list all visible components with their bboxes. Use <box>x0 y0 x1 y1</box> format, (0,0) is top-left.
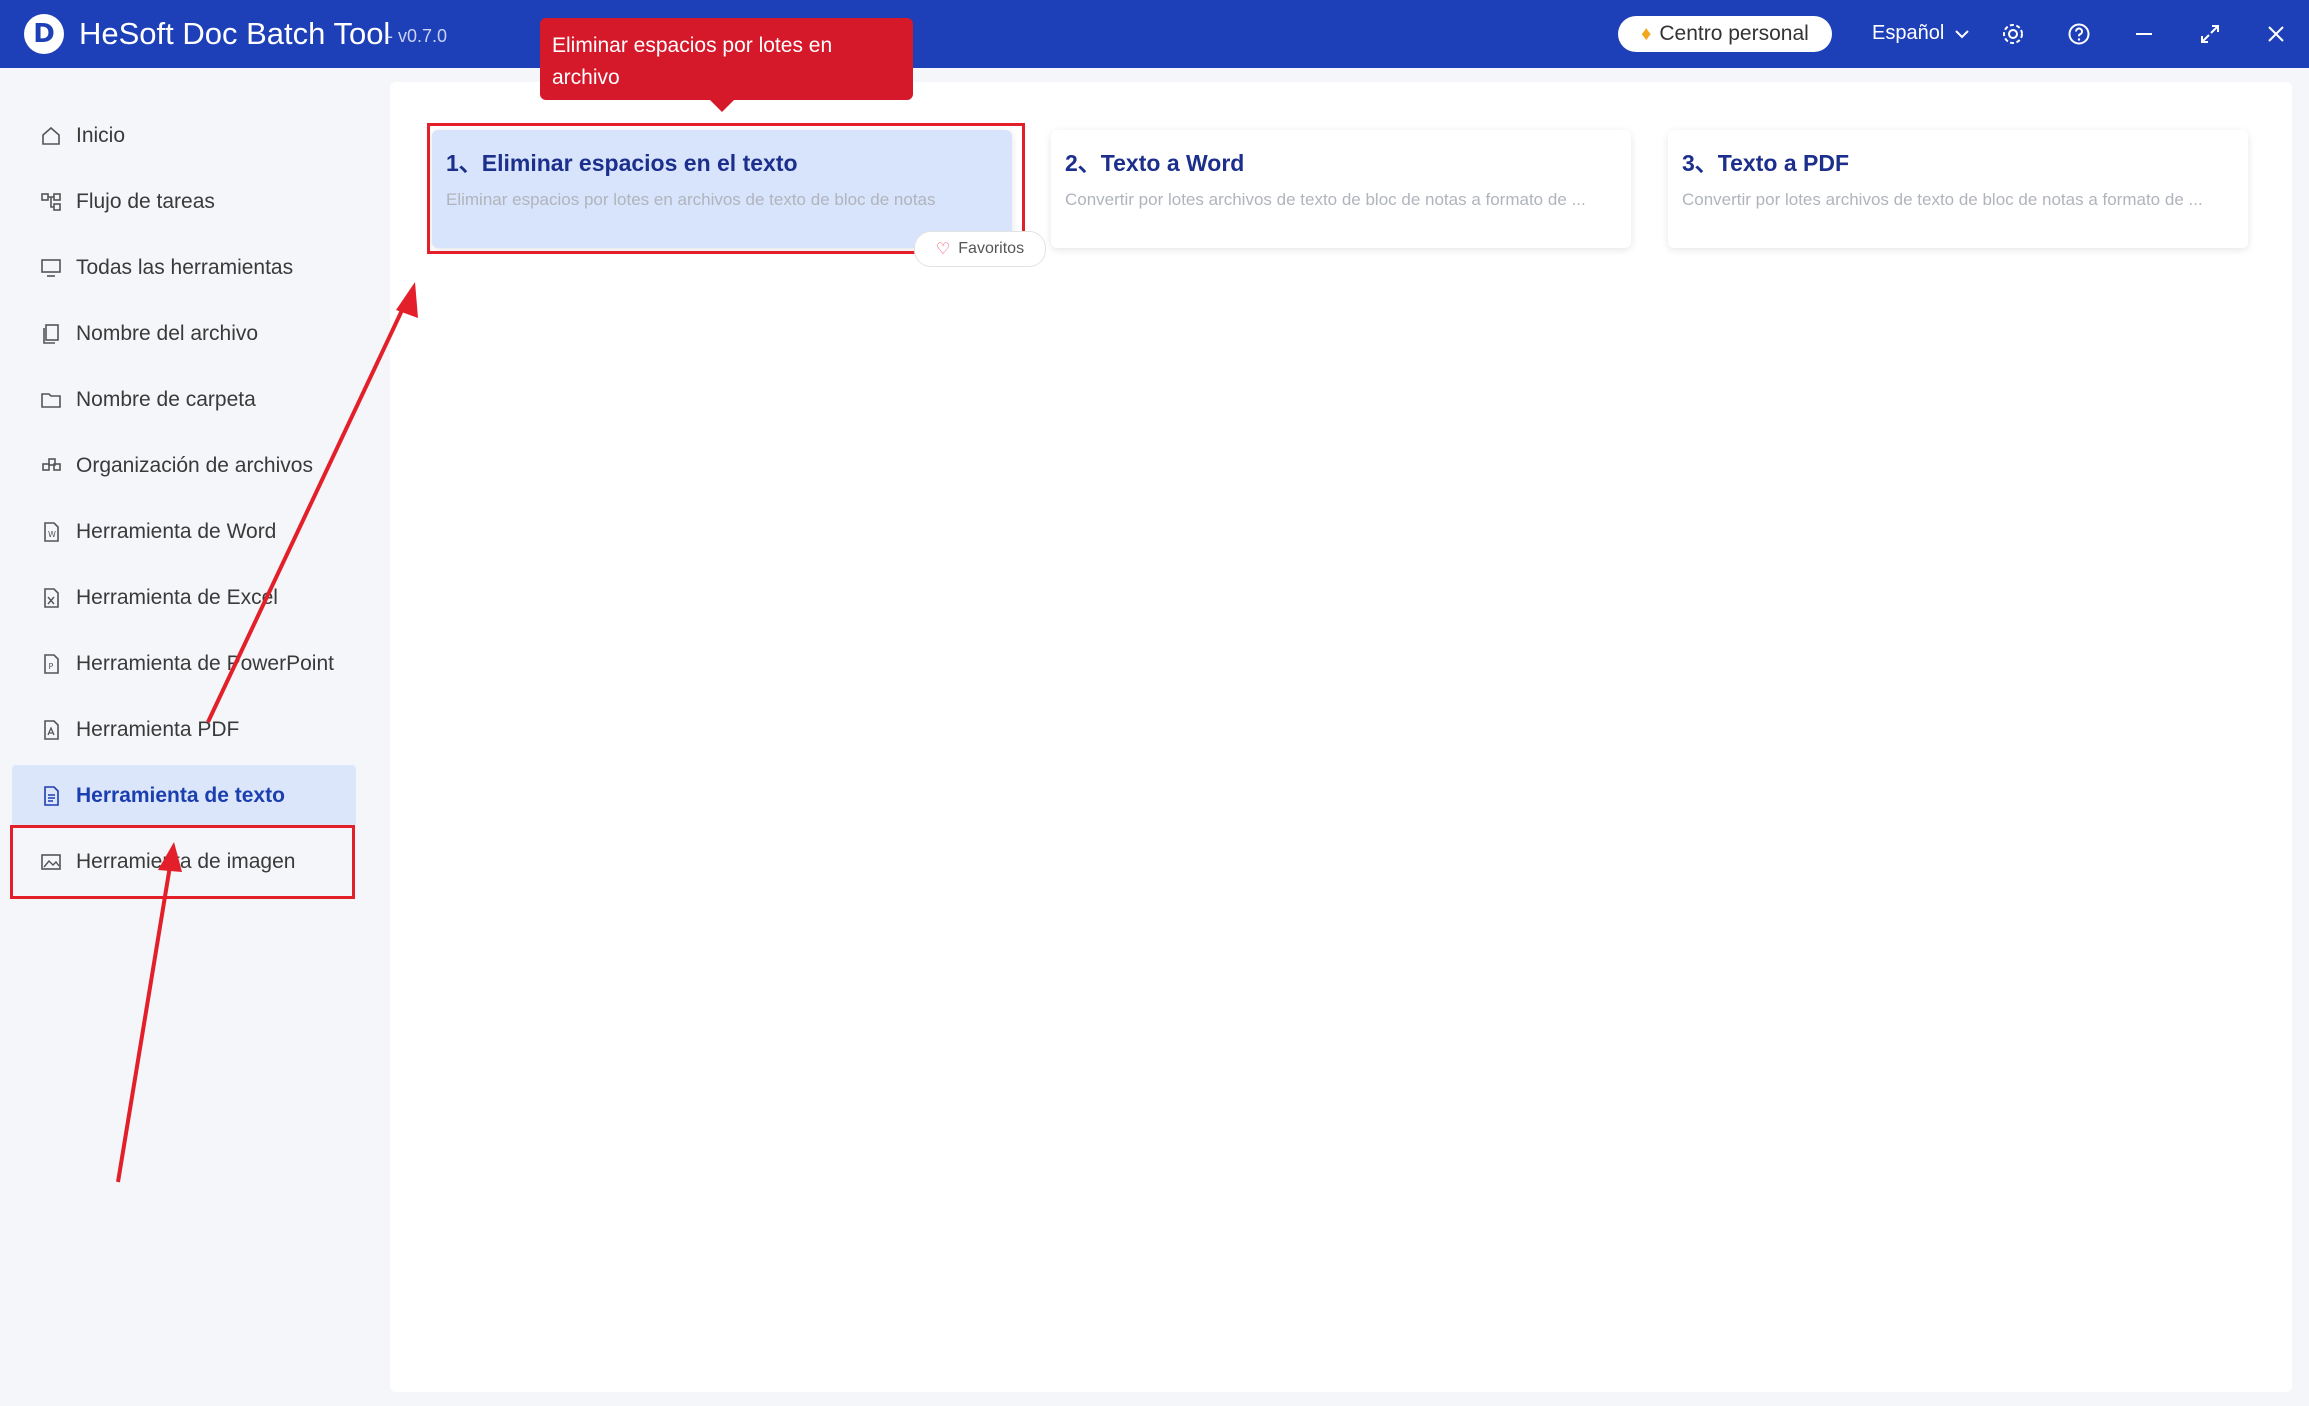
sidebar-item-label: Organización de archivos <box>76 454 313 477</box>
sidebar-item-label: Nombre del archivo <box>76 322 259 345</box>
main-panel <box>390 82 2292 1392</box>
maximize-icon[interactable] <box>2192 16 2228 52</box>
sidebar-item-herramienta-pdf[interactable]: Herramienta PDF <box>12 699 356 761</box>
sidebar-item-flujo-de-tareas[interactable]: Flujo de tareas <box>12 171 356 233</box>
app-title: HeSoft Doc Batch Tool <box>79 16 391 51</box>
diamond-icon: ♦ <box>1641 22 1652 45</box>
svg-text:P: P <box>49 662 54 671</box>
workflow-icon <box>26 191 76 213</box>
sidebar-item-nombre-de-carpeta[interactable]: Nombre de carpeta <box>12 369 356 431</box>
heart-icon: ♡ <box>935 241 951 258</box>
tooltip-line: Eliminar espacios por lotes en archivo <box>552 34 833 89</box>
excel-file-icon <box>26 587 76 609</box>
title-bar: D HeSoft Doc Batch Tool - v0.7.0 ♦ Centr… <box>0 0 2309 68</box>
sidebar-item-label: Inicio <box>76 124 126 147</box>
organize-icon <box>26 455 76 477</box>
sidebar-item-label: Herramienta de texto <box>76 784 285 807</box>
sidebar: Inicio Flujo de tareas Todas las herrami… <box>0 68 356 1406</box>
sidebar-item-label: Todas las herramientas <box>76 256 294 279</box>
tool-card-title: 2、Texto a Word <box>1065 150 1245 176</box>
pdf-file-icon <box>26 719 76 741</box>
tool-card-texto-a-word[interactable]: 2、Texto a Word Convertir por lotes archi… <box>1051 130 1631 248</box>
favorites-button[interactable]: ♡ Favoritos <box>914 231 1046 267</box>
gear-icon[interactable] <box>1995 16 2031 52</box>
sidebar-item-herramienta-de-word[interactable]: W Herramienta de Word <box>12 501 356 563</box>
tooltip: Eliminar espacios por lotes en archivo s… <box>540 18 913 121</box>
app-logo-icon: D <box>24 14 64 54</box>
folder-icon <box>26 389 76 411</box>
favorites-label: Favoritos <box>958 240 1025 257</box>
word-file-icon: W <box>26 521 76 543</box>
text-file-icon <box>26 785 76 807</box>
sidebar-item-inicio[interactable]: Inicio <box>12 105 356 167</box>
sidebar-item-organizacion-de-archivos[interactable]: Organización de archivos <box>12 435 356 497</box>
sidebar-item-label: Nombre de carpeta <box>76 388 256 411</box>
language-label: Español <box>1872 22 1945 44</box>
app-version: - v0.7.0 <box>387 26 448 46</box>
tool-card-description: Convertir por lotes archivos de texto de… <box>1065 190 1586 209</box>
sidebar-item-todas-las-herramientas[interactable]: Todas las herramientas <box>12 237 356 299</box>
tool-card-texto-a-pdf[interactable]: 3、Texto a PDF Convertir por lotes archiv… <box>1668 130 2248 248</box>
account-button[interactable]: ♦ Centro personal <box>1618 16 1832 52</box>
sidebar-item-nombre-del-archivo[interactable]: Nombre del archivo <box>12 303 356 365</box>
monitor-icon <box>26 257 76 279</box>
sidebar-item-herramienta-de-powerpoint[interactable]: P Herramienta de PowerPoint <box>12 633 356 695</box>
tool-card-title: 3、Texto a PDF <box>1682 150 1849 176</box>
sidebar-item-herramienta-de-excel[interactable]: Herramienta de Excel <box>12 567 356 629</box>
chevron-down-icon <box>1955 29 1969 38</box>
sidebar-item-label: Herramienta de Excel <box>76 586 278 609</box>
minimize-icon[interactable] <box>2126 16 2162 52</box>
help-icon[interactable] <box>2061 16 2097 52</box>
sidebar-highlight-box <box>10 825 355 899</box>
account-button-label: Centro personal <box>1659 22 1809 45</box>
powerpoint-file-icon: P <box>26 653 76 675</box>
close-icon[interactable] <box>2258 16 2294 52</box>
sidebar-item-label: Herramienta de Word <box>76 520 277 543</box>
tooltip-line: s de texto de bloc de notas <box>552 98 804 121</box>
tool-card-description: Convertir por lotes archivos de texto de… <box>1682 190 2203 209</box>
home-icon <box>26 125 76 147</box>
sidebar-item-label: Flujo de tareas <box>76 190 215 213</box>
sidebar-item-herramienta-de-texto[interactable]: Herramienta de texto <box>12 765 356 827</box>
file-copy-icon <box>26 323 76 345</box>
language-select[interactable]: Español <box>1872 22 1970 45</box>
svg-text:W: W <box>48 530 56 539</box>
sidebar-item-label: Herramienta PDF <box>76 718 240 741</box>
sidebar-item-label: Herramienta de PowerPoint <box>76 652 334 675</box>
